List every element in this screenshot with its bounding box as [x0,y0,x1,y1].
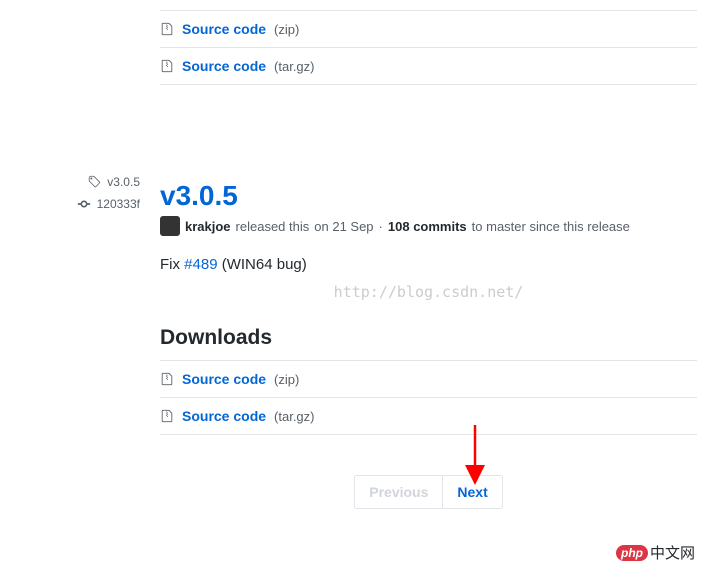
download-ext: (zip) [274,372,299,387]
tag-row[interactable]: v3.0.5 [20,175,140,189]
download-item[interactable]: Source code (zip) [160,361,697,398]
release-body: Fix #489 (WIN64 bug) [160,256,697,273]
download-ext: (zip) [274,22,299,37]
download-link[interactable]: Source code [182,408,266,424]
commit-label: 120333f [97,197,140,211]
download-link[interactable]: Source code [182,58,266,74]
zip-icon [160,59,174,73]
previous-button: Previous [354,475,443,509]
next-button[interactable]: Next [443,475,502,509]
download-ext: (tar.gz) [274,409,314,424]
release-title[interactable]: v3.0.5 [160,180,697,212]
author-link[interactable]: krakjoe [185,219,231,234]
zip-icon [160,22,174,36]
release-downloads-list: Source code (zip) Source code (tar.gz) [160,360,697,435]
issue-link[interactable]: #489 [184,256,217,273]
release-sidebar: v3.0.5 120333f [20,0,160,509]
commit-icon [77,197,91,211]
release-meta: krakjoe released this on 21 Sep · 108 co… [160,216,697,236]
downloads-heading: Downloads [160,326,697,350]
download-item[interactable]: Source code (zip) [160,11,697,48]
released-text: released this [236,219,310,234]
pagination: Previous Next [160,475,697,509]
avatar[interactable] [160,216,180,236]
top-downloads-list: Source code (zip) Source code (tar.gz) [160,10,697,85]
commits-suffix: to master since this release [472,219,630,234]
download-item[interactable]: Source code (tar.gz) [160,398,697,435]
watermark: http://blog.csdn.net/ [160,283,697,301]
download-item[interactable]: Source code (tar.gz) [160,48,697,85]
tag-label: v3.0.5 [107,175,140,189]
tag-icon [87,175,101,189]
php-badge: php [616,545,648,561]
download-ext: (tar.gz) [274,59,314,74]
zip-icon [160,409,174,423]
commit-row[interactable]: 120333f [20,197,140,211]
footer-text: 中文网 [650,542,695,563]
download-link[interactable]: Source code [182,371,266,387]
release-date: on 21 Sep [314,219,373,234]
zip-icon [160,372,174,386]
commits-link[interactable]: 108 commits [388,219,467,234]
footer-logo[interactable]: php 中文网 [616,542,695,563]
download-link[interactable]: Source code [182,21,266,37]
